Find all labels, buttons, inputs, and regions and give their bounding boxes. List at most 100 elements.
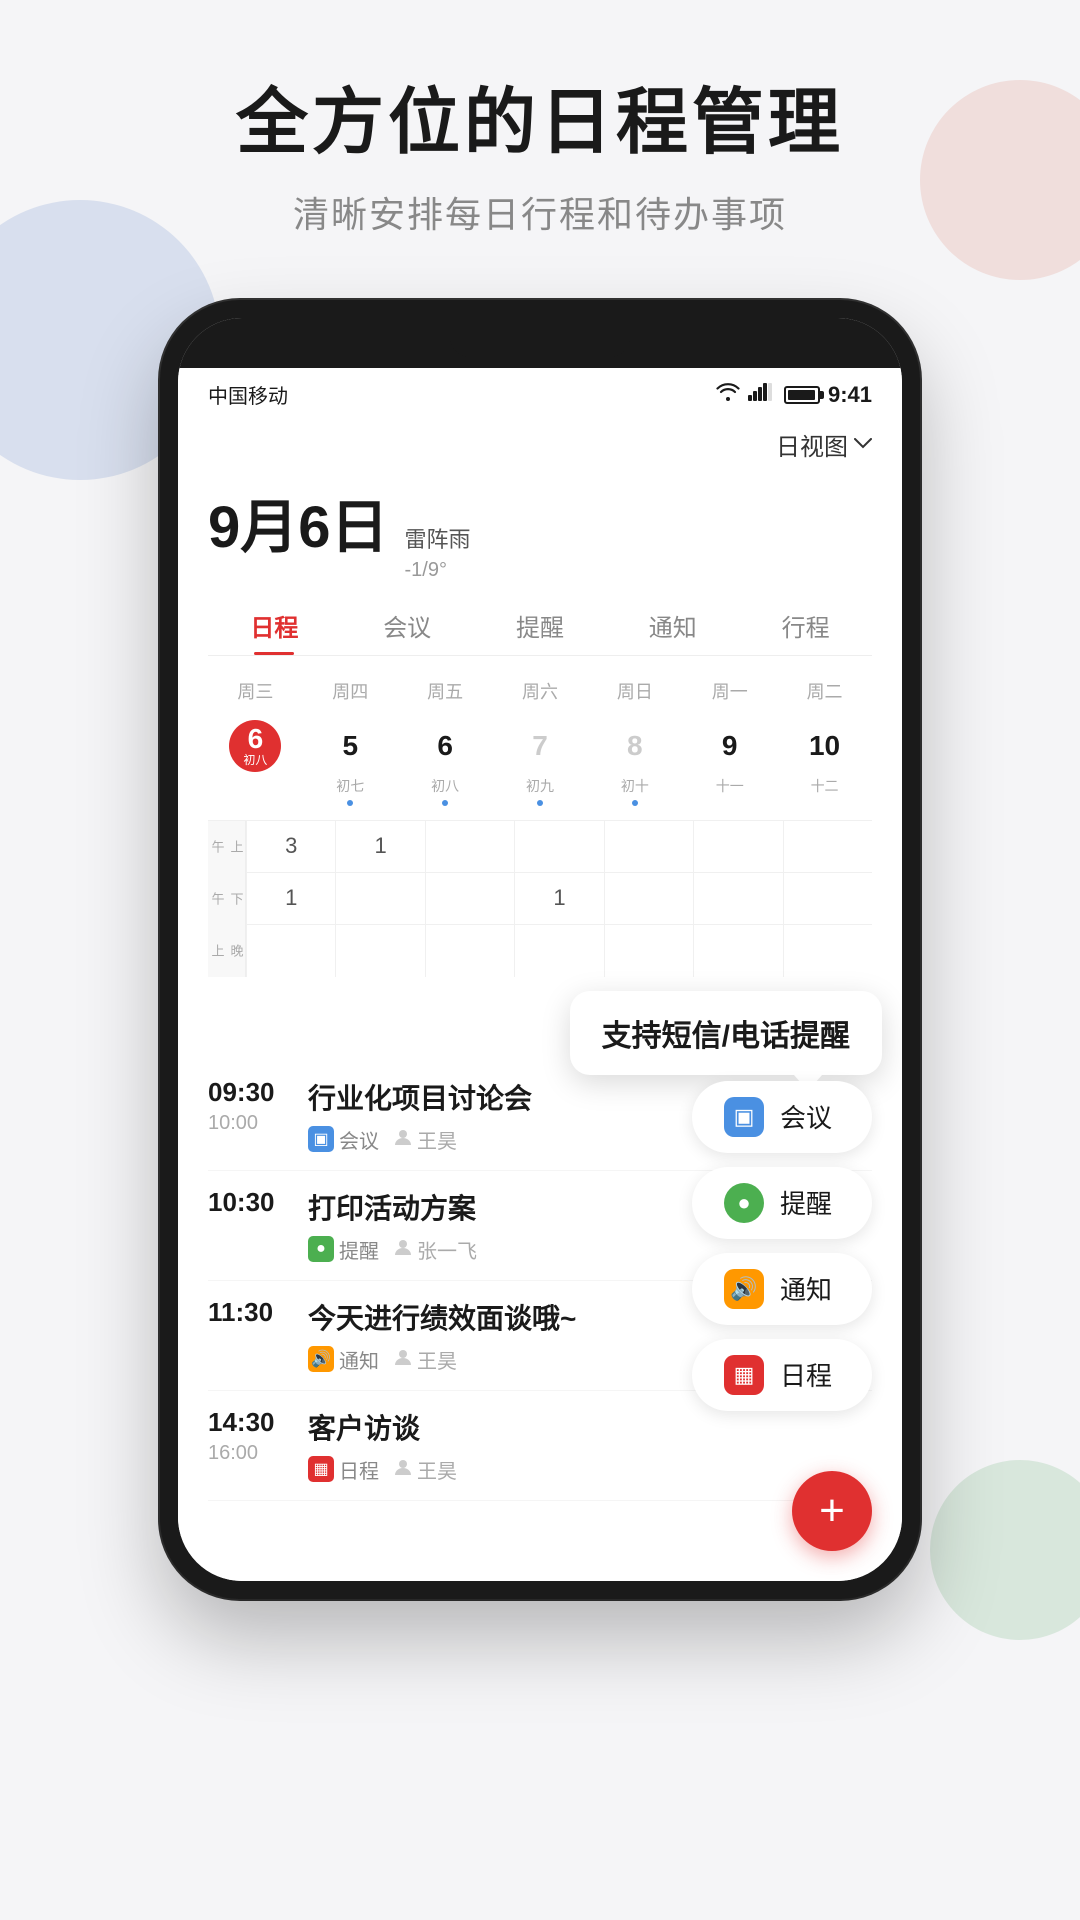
main-title: 全方位的日程管理 [0,80,1080,166]
week-date-6[interactable]: 10 十二 [777,720,872,806]
chevron-down-icon [854,433,872,456]
tab-itinerary[interactable]: 行程 [739,592,872,655]
signal-icon [748,383,772,407]
person-icon-3 [393,1457,413,1482]
week-day-4: 周日 [587,674,682,708]
cell-4-2 [605,925,693,977]
week-day-0: 周三 [208,674,303,708]
view-selector[interactable]: 日视图 [776,427,872,462]
cell-0-0: 3 [247,821,335,873]
event-meta-3: ▦ 日程 王昊 [308,1455,872,1484]
date-num-5: 9 [704,720,756,772]
event-time-1: 10:30 [208,1187,308,1264]
event-type-2: 🔊 通知 [308,1345,379,1374]
cell-2-1 [426,873,514,925]
week-date-0[interactable]: 6 初八 [208,720,303,806]
person-icon-1 [393,1237,413,1262]
date-num-2: 6 [419,720,471,772]
event-time-3: 14:30 16:00 [208,1407,308,1484]
event-person-3: 王昊 [393,1455,457,1484]
week-date-2[interactable]: 6 初八 [398,720,493,806]
event-type-1: ● 提醒 [308,1235,379,1264]
lunar-5: 十一 [716,776,744,796]
week-date-5[interactable]: 9 十一 [682,720,777,806]
cell-4-1 [605,873,693,925]
calendar-week: 周三 周四 周五 周六 周日 周一 周二 6 初八 [208,668,872,812]
reminder-type-icon: ● [308,1236,334,1262]
week-days-row: 周三 周四 周五 周六 周日 周一 周二 [208,668,872,714]
date-header: 9月6日 雷阵雨 -1/9° [208,470,872,592]
top-bar: 日视图 [208,417,872,470]
action-reminder[interactable]: ● 提醒 [692,1167,872,1239]
action-reminder-label: 提醒 [780,1184,832,1221]
cell-1-1 [336,873,424,925]
tab-meeting[interactable]: 会议 [341,592,474,655]
event-time-2: 11:30 [208,1297,308,1374]
lunar-4: 初十 [621,776,649,796]
schedule-col-0: 3 1 [246,821,335,977]
action-notify-icon: 🔊 [724,1269,764,1309]
notify-type-icon: 🔊 [308,1346,334,1372]
week-day-1: 周四 [303,674,398,708]
week-date-3[interactable]: 7 初九 [493,720,588,806]
time-label-pm: 下午 [208,873,245,925]
fab-icon: + [819,1486,845,1536]
event-start-2: 11:30 [208,1297,308,1328]
cell-3-2 [515,925,603,977]
weather-temp: -1/9° [405,556,471,584]
tab-reminder[interactable]: 提醒 [474,592,607,655]
date-num-0: 6 初八 [229,720,281,772]
cell-3-1: 1 [515,873,603,925]
tab-bar: 日程 会议 提醒 通知 行程 [208,592,872,656]
action-schedule[interactable]: ▦ 日程 [692,1339,872,1411]
action-schedule-icon: ▦ [724,1355,764,1395]
schedule-type-icon: ▦ [308,1456,334,1482]
schedule-col-5 [693,821,782,977]
side-time-labels: 上午 下午 晚上 [208,821,246,977]
action-meeting-icon: ▣ [724,1097,764,1137]
person-icon-2 [393,1347,413,1372]
event-end-0: 10:00 [208,1112,308,1135]
cell-6-0 [784,821,872,873]
fab-add-button[interactable]: + [792,1471,872,1551]
schedule-grid-container: 上午 下午 晚上 3 1 1 [208,820,872,977]
battery-icon [784,386,820,404]
event-detail-3: 客户访谈 ▦ 日程 王昊 [308,1407,872,1484]
date-num-1: 5 [324,720,376,772]
lunar-6: 十二 [811,776,839,796]
event-person-2: 王昊 [393,1345,457,1374]
cell-5-2 [694,925,782,977]
cell-0-1: 1 [247,873,335,925]
week-dates-row: 6 初八 5 初七 6 [208,714,872,812]
weather-info: 雷阵雨 -1/9° [405,525,471,584]
schedule-col-4 [604,821,693,977]
event-start-1: 10:30 [208,1187,308,1218]
action-notify-label: 通知 [780,1270,832,1307]
cell-1-0: 1 [336,821,424,873]
week-date-1[interactable]: 5 初七 [303,720,398,806]
cell-5-1 [694,873,782,925]
tab-notification[interactable]: 通知 [606,592,739,655]
tooltip-bubble: 支持短信/电话提醒 [570,991,882,1075]
action-notify[interactable]: 🔊 通知 [692,1253,872,1325]
cell-5-0 [694,821,782,873]
wifi-icon [716,383,740,407]
event-person-1: 张一飞 [393,1235,477,1264]
cell-3-0 [515,821,603,873]
lunar-2: 初八 [431,776,459,796]
time-label-eve: 晚上 [208,925,245,977]
meeting-type-icon: ▣ [308,1126,334,1152]
tab-schedule[interactable]: 日程 [208,592,341,655]
carrier-label: 中国移动 [208,380,288,409]
header-area: 全方位的日程管理 清晰安排每日行程和待办事项 [0,0,1080,278]
cell-0-2 [247,925,335,977]
view-selector-label: 日视图 [776,427,848,462]
person-icon-0 [393,1127,413,1152]
event-time-0: 09:30 10:00 [208,1077,308,1154]
week-date-4[interactable]: 8 初十 [587,720,682,806]
action-meeting[interactable]: ▣ 会议 [692,1081,872,1153]
sub-title: 清晰安排每日行程和待办事项 [0,186,1080,238]
schedule-cols: 3 1 1 [246,821,872,977]
event-title-3: 客户访谈 [308,1407,872,1447]
bg-decoration-green [930,1460,1080,1640]
